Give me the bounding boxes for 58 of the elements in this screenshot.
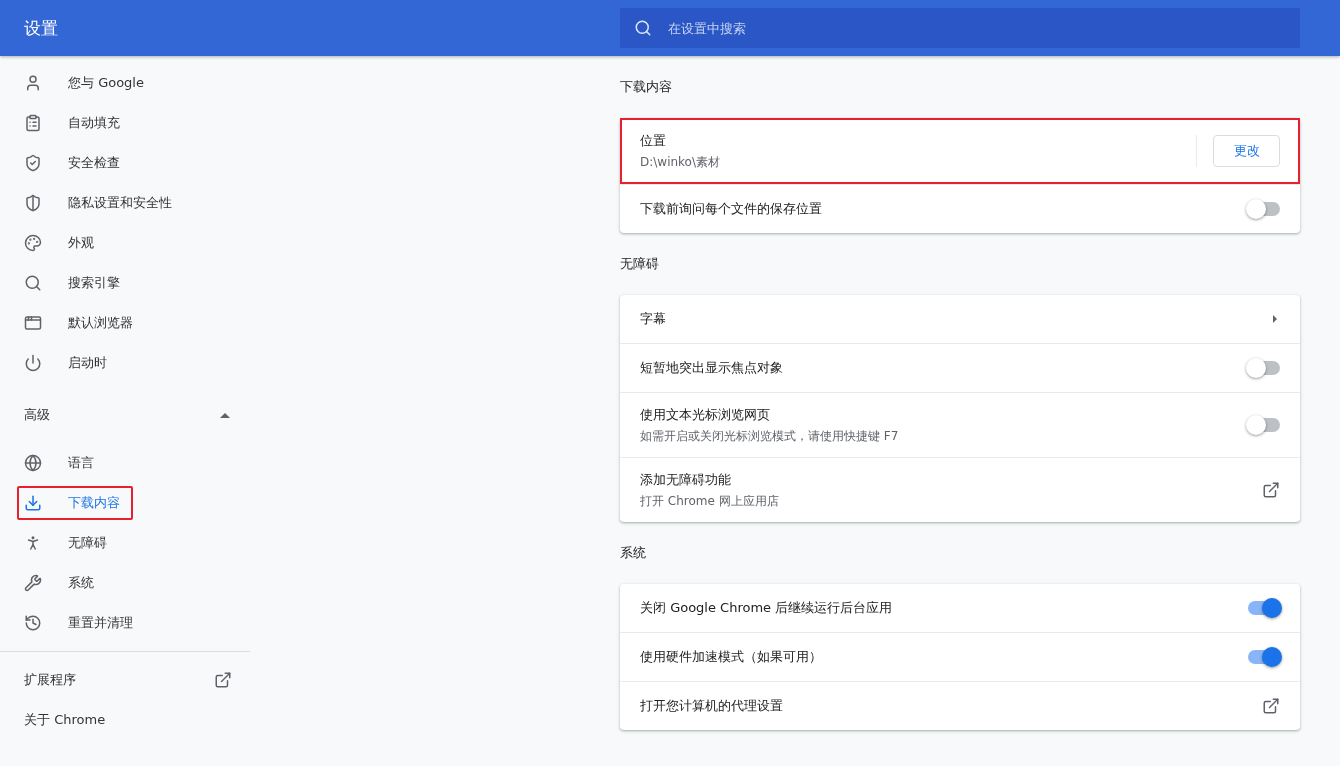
setting-description: 打开 Chrome 网上应用店 — [640, 492, 780, 510]
sidebar-item[interactable]: 语言 — [0, 443, 250, 483]
shield-icon — [24, 194, 42, 212]
history-icon — [24, 614, 42, 632]
toggle-switch[interactable] — [1248, 361, 1280, 375]
sidebar-link[interactable]: 关于 Chrome — [24, 711, 106, 729]
arrow-right-icon[interactable] — [1270, 314, 1280, 324]
search-icon — [634, 19, 652, 37]
setting-title: 字幕 — [640, 310, 667, 328]
setting-title: 使用文本光标浏览网页 — [640, 405, 771, 424]
external-link-icon[interactable] — [1262, 697, 1280, 715]
sidebar-item[interactable]: 启动时 — [0, 343, 250, 383]
setting-description: D:\winko\素材 — [640, 153, 721, 171]
browser-window-icon — [24, 314, 42, 332]
download-icon — [24, 494, 42, 512]
setting-title: 位置 — [640, 131, 667, 150]
setting-description: 如需开启或关闭光标浏览模式，请使用快捷键 F7 — [640, 427, 900, 445]
sidebar-item[interactable]: 搜索引擎 — [0, 263, 250, 303]
search-icon — [24, 274, 42, 292]
palette-icon — [24, 234, 42, 252]
toggle-switch[interactable] — [1248, 418, 1280, 432]
change-button[interactable]: 更改 — [1213, 135, 1280, 167]
setting-title: 使用硬件加速模式（如果可用） — [640, 648, 823, 666]
setting-title: 下载前询问每个文件的保存位置 — [640, 200, 823, 218]
sidebar-item[interactable]: 隐私设置和安全性 — [0, 183, 250, 223]
sidebar-item[interactable]: 下载内容 — [0, 483, 250, 523]
sidebar-item[interactable]: 重置并清理 — [0, 603, 250, 643]
power-icon — [24, 354, 42, 372]
search-field[interactable]: 在设置中搜索 — [666, 19, 1286, 37]
setting-title: 短暂地突出显示焦点对象 — [640, 359, 784, 377]
external-link-icon[interactable] — [214, 671, 232, 689]
sidebar-item[interactable]: 默认浏览器 — [0, 303, 250, 343]
setting-title: 关闭 Google Chrome 后继续运行后台应用 — [640, 599, 894, 617]
page-title: 设置 — [23, 16, 59, 40]
sidebar-item[interactable]: 无障碍 — [0, 523, 250, 563]
sidebar-item[interactable]: 自动填充 — [0, 103, 250, 143]
toggle-switch[interactable] — [1248, 202, 1280, 216]
search-box[interactable]: 在设置中搜索 — [620, 8, 1300, 48]
toggle-switch[interactable] — [1248, 601, 1280, 615]
wrench-icon — [24, 574, 42, 592]
section-heading: 下载内容 — [620, 78, 673, 96]
shield-check-icon — [24, 154, 42, 172]
setting-title: 打开您计算机的代理设置 — [640, 697, 784, 715]
external-link-icon[interactable] — [1262, 481, 1280, 499]
sidebar-item[interactable]: 外观 — [0, 223, 250, 263]
globe-icon — [24, 454, 42, 472]
section-heading: 无障碍 — [620, 255, 660, 273]
caret-up-icon[interactable] — [220, 412, 230, 418]
sidebar-item[interactable]: 您与 Google — [0, 63, 250, 103]
sidebar-link[interactable]: 扩展程序 — [24, 671, 76, 689]
person-icon — [24, 74, 42, 92]
sidebar-item[interactable]: 系统 — [0, 563, 250, 603]
toggle-switch[interactable] — [1248, 650, 1280, 664]
sidebar-item[interactable]: 安全检查 — [0, 143, 250, 183]
section-heading: 系统 — [620, 544, 647, 562]
advanced-toggle[interactable]: 高级 — [24, 406, 50, 424]
clipboard-icon — [24, 114, 42, 132]
setting-title: 添加无障碍功能 — [640, 470, 732, 489]
